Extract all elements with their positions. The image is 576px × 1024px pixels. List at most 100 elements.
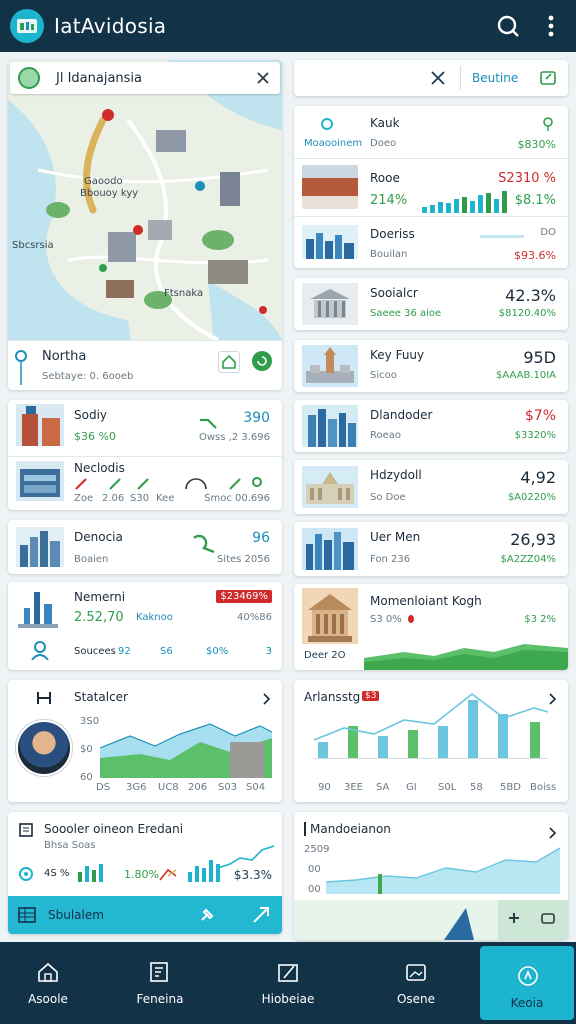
list-item[interactable]: Neclodis Zoe 2.06 S30 Kee Smoc 00.696 [8,457,282,510]
y-tick: 00 [308,864,321,875]
summary-card[interactable]: Soooler oineon Eredani Bhsa Soas 4S % 1.… [8,812,282,934]
map-search-bar[interactable]: Jl Idanajansia [10,62,280,94]
card-sub: Bhsa Soas [44,840,96,851]
x-tick: SA [376,782,390,793]
list-card-uer-men[interactable]: Uer Men Fon 236 26,93 $A2ZZ04% [294,522,568,576]
layers-icon[interactable] [540,910,556,926]
map-label: Gaoodo [84,176,123,187]
chevron-right-icon[interactable] [262,690,272,705]
pin-icon [252,477,262,487]
list-card-sooialcr[interactable]: Sooialcr Saeee 36 aioe 42.3% $8120.40% [294,278,568,330]
list-item-title: Hdzydoll [370,468,422,482]
list-item-value: S2310 % [498,171,556,186]
analysis-card[interactable]: Arlansstg $3 90 3EE SA GI S0L 58 5BD Boi… [294,680,568,802]
x-tick: S0L [438,782,457,793]
list-item[interactable]: Rooe 214% S2310 % $8.1% [294,159,568,215]
nav-item-scene[interactable]: Osene [368,942,464,1024]
nav-label: Feneina [136,992,184,1006]
nav-item-home[interactable]: Asoole [0,942,96,1024]
metrics-row-value: 92 [118,646,131,657]
metrics-row-label: Soucees [74,646,116,657]
list-item-title: Doeriss [370,227,415,241]
list-item-title: Kauk [370,116,400,130]
list-item[interactable]: Kauk Moaooinem Doeo $830% [294,106,568,158]
list-item-value2: $8.1% [514,193,556,208]
mini-bar-chart [422,191,507,213]
search-icon[interactable] [494,12,520,40]
list-item-title: Rooe [370,171,400,185]
list-card-denocia[interactable]: Denocia Boaien 96 Sites 2056 [8,520,282,574]
metrics-row-value: S6 [160,646,173,657]
list-item-value: 390 [243,410,270,426]
send-icon[interactable] [252,906,270,924]
list-item-sub: Doeo [370,138,397,149]
pin-tool-icon[interactable] [198,906,216,924]
thumbnail-image [16,527,64,567]
close-icon[interactable] [256,70,270,84]
compass-icon [518,966,538,986]
list-item-sub: $36 %0 [74,430,116,443]
location-info-panel[interactable]: Northa Sebtaye: 0. 6ooeb [8,340,282,390]
filter-button[interactable]: Beutine [472,71,518,85]
thumbnail-image [16,404,64,446]
list-item[interactable]: Sodiy $36 %0 390 Owss ,2 3.696 [8,400,282,456]
user-icon [30,640,50,661]
list-item-title: Dlandoder [370,408,433,422]
chevron-right-icon[interactable] [548,824,558,839]
clear-icon[interactable] [430,70,446,86]
bar-chart [313,692,549,759]
nav-item-active[interactable]: Keoia [480,946,574,1020]
nav-label: Asoole [28,992,68,1006]
monument-card[interactable]: Momenloiant Kogh S3 0% $3 2% Deer 2O [294,584,568,670]
refresh-icon[interactable] [252,351,272,371]
thumbnail-image [302,165,358,209]
list-card-dlandoder[interactable]: Dlandoder Roeao $7% $3320% [294,400,568,452]
summary-footer-bar[interactable]: Sbulalem [8,896,282,934]
list-item-sub: Fon 236 [370,554,411,565]
metrics-card[interactable]: Nemerni $23469% 2.52,70 Kaknoo 40%86 Sou… [8,582,282,670]
list-item-extra: Smoc 00.696 [204,493,270,504]
map-search-text[interactable]: Jl Idanajansia [56,71,142,86]
avatar[interactable] [16,720,72,776]
list-card-key[interactable]: Key Fuuy Sicoo 95D $AAAB.10IA [294,340,568,392]
list-item-title: Uer Men [370,530,421,544]
list-item-value: 96 [252,530,270,546]
list-item-value2: $A2ZZ04% [500,554,557,565]
avatar[interactable] [18,67,40,89]
expand-icon[interactable] [506,910,522,926]
trend-icon [200,418,217,429]
mandoeianon-card[interactable]: Mandoeianon 2509 00 00 [294,812,568,940]
thumbnail-image [302,405,358,447]
left-list-card: Sodiy $36 %0 390 Owss ,2 3.696 Neclodis … [8,400,282,510]
list-item[interactable]: Doeriss Bouilan DO $93.6% [294,217,568,268]
trend-icon [229,478,241,490]
thumbnail-image [16,461,64,501]
export-icon[interactable] [538,68,558,88]
chart-icon [37,692,51,704]
list-item-value2: $AAAB.10IA [496,370,556,381]
metrics-row-value: 3 [265,646,272,657]
filter-bar: Beutine [294,60,568,96]
edit-document-icon [150,962,168,982]
map-preview[interactable] [294,900,568,940]
x-tick: 3G6 [126,782,147,793]
card-title: Mandoeianon [310,822,391,836]
location-pin-icon [14,349,28,387]
list-item-sub: Moaooinem [304,138,363,149]
list-item-title: Key Fuuy [370,348,425,362]
summary-footer-label: Sbulalem [48,908,104,922]
nav-item-reports[interactable]: Feneina [112,942,208,1024]
x-tick: 90 [318,782,331,793]
home-icon [38,962,58,982]
list-item-sub: Saeee 36 aioe [370,308,442,319]
monument-badge: $3 2% [524,614,556,625]
table-icon [18,907,36,923]
nav-label: Osene [396,992,436,1006]
nav-item-history[interactable]: Hiobeiae [240,942,336,1024]
x-tick: GI [406,782,417,793]
statalcer-card[interactable]: Statalcer 3S0 $0 60 DS 3G6 UC8 206 S03 S… [8,680,282,802]
more-vert-icon[interactable] [538,12,564,40]
home-icon[interactable] [218,351,240,373]
list-card-hdzydoll[interactable]: Hdzydoll So Doe 4,92 $A0220% [294,460,568,514]
list-item-value: 26,93 [510,530,556,549]
